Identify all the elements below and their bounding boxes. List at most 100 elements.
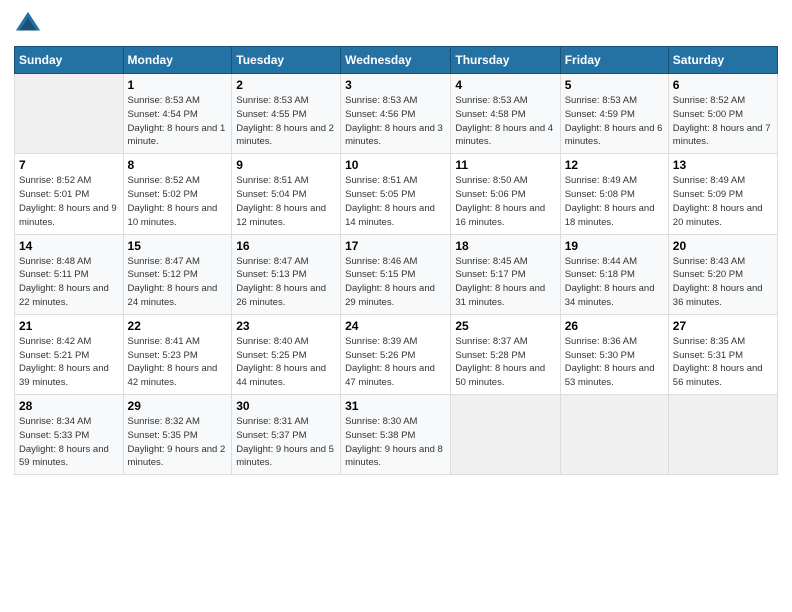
calendar-cell: 24 Sunrise: 8:39 AMSunset: 5:26 PMDaylig…: [341, 314, 451, 394]
calendar-cell: [451, 395, 560, 475]
calendar-cell: 8 Sunrise: 8:52 AMSunset: 5:02 PMDayligh…: [123, 154, 232, 234]
calendar-cell: 14 Sunrise: 8:48 AMSunset: 5:11 PMDaylig…: [15, 234, 124, 314]
day-number: 14: [19, 239, 119, 253]
calendar-week-row: 21 Sunrise: 8:42 AMSunset: 5:21 PMDaylig…: [15, 314, 778, 394]
day-info: Sunrise: 8:46 AMSunset: 5:15 PMDaylight:…: [345, 256, 435, 308]
day-number: 2: [236, 78, 336, 92]
day-number: 17: [345, 239, 446, 253]
calendar-cell: 3 Sunrise: 8:53 AMSunset: 4:56 PMDayligh…: [341, 74, 451, 154]
day-info: Sunrise: 8:53 AMSunset: 4:59 PMDaylight:…: [565, 95, 663, 147]
day-info: Sunrise: 8:42 AMSunset: 5:21 PMDaylight:…: [19, 336, 109, 388]
calendar-cell: 31 Sunrise: 8:30 AMSunset: 5:38 PMDaylig…: [341, 395, 451, 475]
calendar-cell: 22 Sunrise: 8:41 AMSunset: 5:23 PMDaylig…: [123, 314, 232, 394]
day-info: Sunrise: 8:45 AMSunset: 5:17 PMDaylight:…: [455, 256, 545, 308]
header-monday: Monday: [123, 47, 232, 74]
day-info: Sunrise: 8:51 AMSunset: 5:04 PMDaylight:…: [236, 175, 326, 227]
day-info: Sunrise: 8:39 AMSunset: 5:26 PMDaylight:…: [345, 336, 435, 388]
calendar-cell: 23 Sunrise: 8:40 AMSunset: 5:25 PMDaylig…: [232, 314, 341, 394]
day-info: Sunrise: 8:53 AMSunset: 4:55 PMDaylight:…: [236, 95, 334, 147]
calendar-cell: 15 Sunrise: 8:47 AMSunset: 5:12 PMDaylig…: [123, 234, 232, 314]
header-tuesday: Tuesday: [232, 47, 341, 74]
day-number: 21: [19, 319, 119, 333]
calendar-week-row: 14 Sunrise: 8:48 AMSunset: 5:11 PMDaylig…: [15, 234, 778, 314]
day-number: 6: [673, 78, 773, 92]
calendar-cell: 1 Sunrise: 8:53 AMSunset: 4:54 PMDayligh…: [123, 74, 232, 154]
day-info: Sunrise: 8:34 AMSunset: 5:33 PMDaylight:…: [19, 416, 109, 468]
day-number: 4: [455, 78, 555, 92]
day-info: Sunrise: 8:50 AMSunset: 5:06 PMDaylight:…: [455, 175, 545, 227]
calendar-cell: 7 Sunrise: 8:52 AMSunset: 5:01 PMDayligh…: [15, 154, 124, 234]
day-info: Sunrise: 8:52 AMSunset: 5:02 PMDaylight:…: [128, 175, 218, 227]
calendar-cell: 5 Sunrise: 8:53 AMSunset: 4:59 PMDayligh…: [560, 74, 668, 154]
day-info: Sunrise: 8:31 AMSunset: 5:37 PMDaylight:…: [236, 416, 334, 468]
calendar-cell: 25 Sunrise: 8:37 AMSunset: 5:28 PMDaylig…: [451, 314, 560, 394]
calendar-cell: 13 Sunrise: 8:49 AMSunset: 5:09 PMDaylig…: [668, 154, 777, 234]
day-number: 18: [455, 239, 555, 253]
day-number: 15: [128, 239, 228, 253]
day-info: Sunrise: 8:52 AMSunset: 5:01 PMDaylight:…: [19, 175, 117, 227]
day-number: 27: [673, 319, 773, 333]
header-wednesday: Wednesday: [341, 47, 451, 74]
day-number: 10: [345, 158, 446, 172]
calendar-cell: 21 Sunrise: 8:42 AMSunset: 5:21 PMDaylig…: [15, 314, 124, 394]
day-number: 1: [128, 78, 228, 92]
day-number: 19: [565, 239, 664, 253]
day-info: Sunrise: 8:35 AMSunset: 5:31 PMDaylight:…: [673, 336, 763, 388]
day-info: Sunrise: 8:43 AMSunset: 5:20 PMDaylight:…: [673, 256, 763, 308]
calendar-cell: 28 Sunrise: 8:34 AMSunset: 5:33 PMDaylig…: [15, 395, 124, 475]
day-info: Sunrise: 8:36 AMSunset: 5:30 PMDaylight:…: [565, 336, 655, 388]
day-info: Sunrise: 8:41 AMSunset: 5:23 PMDaylight:…: [128, 336, 218, 388]
day-number: 3: [345, 78, 446, 92]
day-number: 11: [455, 158, 555, 172]
header-friday: Friday: [560, 47, 668, 74]
day-info: Sunrise: 8:37 AMSunset: 5:28 PMDaylight:…: [455, 336, 545, 388]
day-info: Sunrise: 8:40 AMSunset: 5:25 PMDaylight:…: [236, 336, 326, 388]
header-saturday: Saturday: [668, 47, 777, 74]
calendar-cell: 18 Sunrise: 8:45 AMSunset: 5:17 PMDaylig…: [451, 234, 560, 314]
calendar-cell: 16 Sunrise: 8:47 AMSunset: 5:13 PMDaylig…: [232, 234, 341, 314]
logo-icon: [14, 10, 42, 38]
calendar-cell: 12 Sunrise: 8:49 AMSunset: 5:08 PMDaylig…: [560, 154, 668, 234]
day-number: 8: [128, 158, 228, 172]
calendar-cell: 19 Sunrise: 8:44 AMSunset: 5:18 PMDaylig…: [560, 234, 668, 314]
header-thursday: Thursday: [451, 47, 560, 74]
calendar-cell: 30 Sunrise: 8:31 AMSunset: 5:37 PMDaylig…: [232, 395, 341, 475]
day-number: 26: [565, 319, 664, 333]
calendar-week-row: 7 Sunrise: 8:52 AMSunset: 5:01 PMDayligh…: [15, 154, 778, 234]
day-info: Sunrise: 8:44 AMSunset: 5:18 PMDaylight:…: [565, 256, 655, 308]
day-info: Sunrise: 8:53 AMSunset: 4:58 PMDaylight:…: [455, 95, 553, 147]
day-info: Sunrise: 8:53 AMSunset: 4:56 PMDaylight:…: [345, 95, 443, 147]
day-number: 31: [345, 399, 446, 413]
calendar-cell: [668, 395, 777, 475]
day-info: Sunrise: 8:49 AMSunset: 5:08 PMDaylight:…: [565, 175, 655, 227]
day-number: 5: [565, 78, 664, 92]
day-number: 29: [128, 399, 228, 413]
day-number: 12: [565, 158, 664, 172]
day-number: 9: [236, 158, 336, 172]
day-info: Sunrise: 8:47 AMSunset: 5:13 PMDaylight:…: [236, 256, 326, 308]
day-number: 13: [673, 158, 773, 172]
calendar-cell: 10 Sunrise: 8:51 AMSunset: 5:05 PMDaylig…: [341, 154, 451, 234]
weekday-header-row: Sunday Monday Tuesday Wednesday Thursday…: [15, 47, 778, 74]
day-number: 20: [673, 239, 773, 253]
calendar-cell: 11 Sunrise: 8:50 AMSunset: 5:06 PMDaylig…: [451, 154, 560, 234]
day-number: 25: [455, 319, 555, 333]
day-number: 24: [345, 319, 446, 333]
header-sunday: Sunday: [15, 47, 124, 74]
day-info: Sunrise: 8:32 AMSunset: 5:35 PMDaylight:…: [128, 416, 226, 468]
page-header: [14, 10, 778, 38]
calendar-cell: 6 Sunrise: 8:52 AMSunset: 5:00 PMDayligh…: [668, 74, 777, 154]
calendar-table: Sunday Monday Tuesday Wednesday Thursday…: [14, 46, 778, 475]
day-number: 23: [236, 319, 336, 333]
calendar-cell: 27 Sunrise: 8:35 AMSunset: 5:31 PMDaylig…: [668, 314, 777, 394]
day-info: Sunrise: 8:53 AMSunset: 4:54 PMDaylight:…: [128, 95, 226, 147]
calendar-cell: 9 Sunrise: 8:51 AMSunset: 5:04 PMDayligh…: [232, 154, 341, 234]
calendar-cell: 20 Sunrise: 8:43 AMSunset: 5:20 PMDaylig…: [668, 234, 777, 314]
day-number: 28: [19, 399, 119, 413]
calendar-cell: 2 Sunrise: 8:53 AMSunset: 4:55 PMDayligh…: [232, 74, 341, 154]
day-info: Sunrise: 8:51 AMSunset: 5:05 PMDaylight:…: [345, 175, 435, 227]
calendar-cell: 17 Sunrise: 8:46 AMSunset: 5:15 PMDaylig…: [341, 234, 451, 314]
day-info: Sunrise: 8:52 AMSunset: 5:00 PMDaylight:…: [673, 95, 771, 147]
day-info: Sunrise: 8:47 AMSunset: 5:12 PMDaylight:…: [128, 256, 218, 308]
day-info: Sunrise: 8:48 AMSunset: 5:11 PMDaylight:…: [19, 256, 109, 308]
